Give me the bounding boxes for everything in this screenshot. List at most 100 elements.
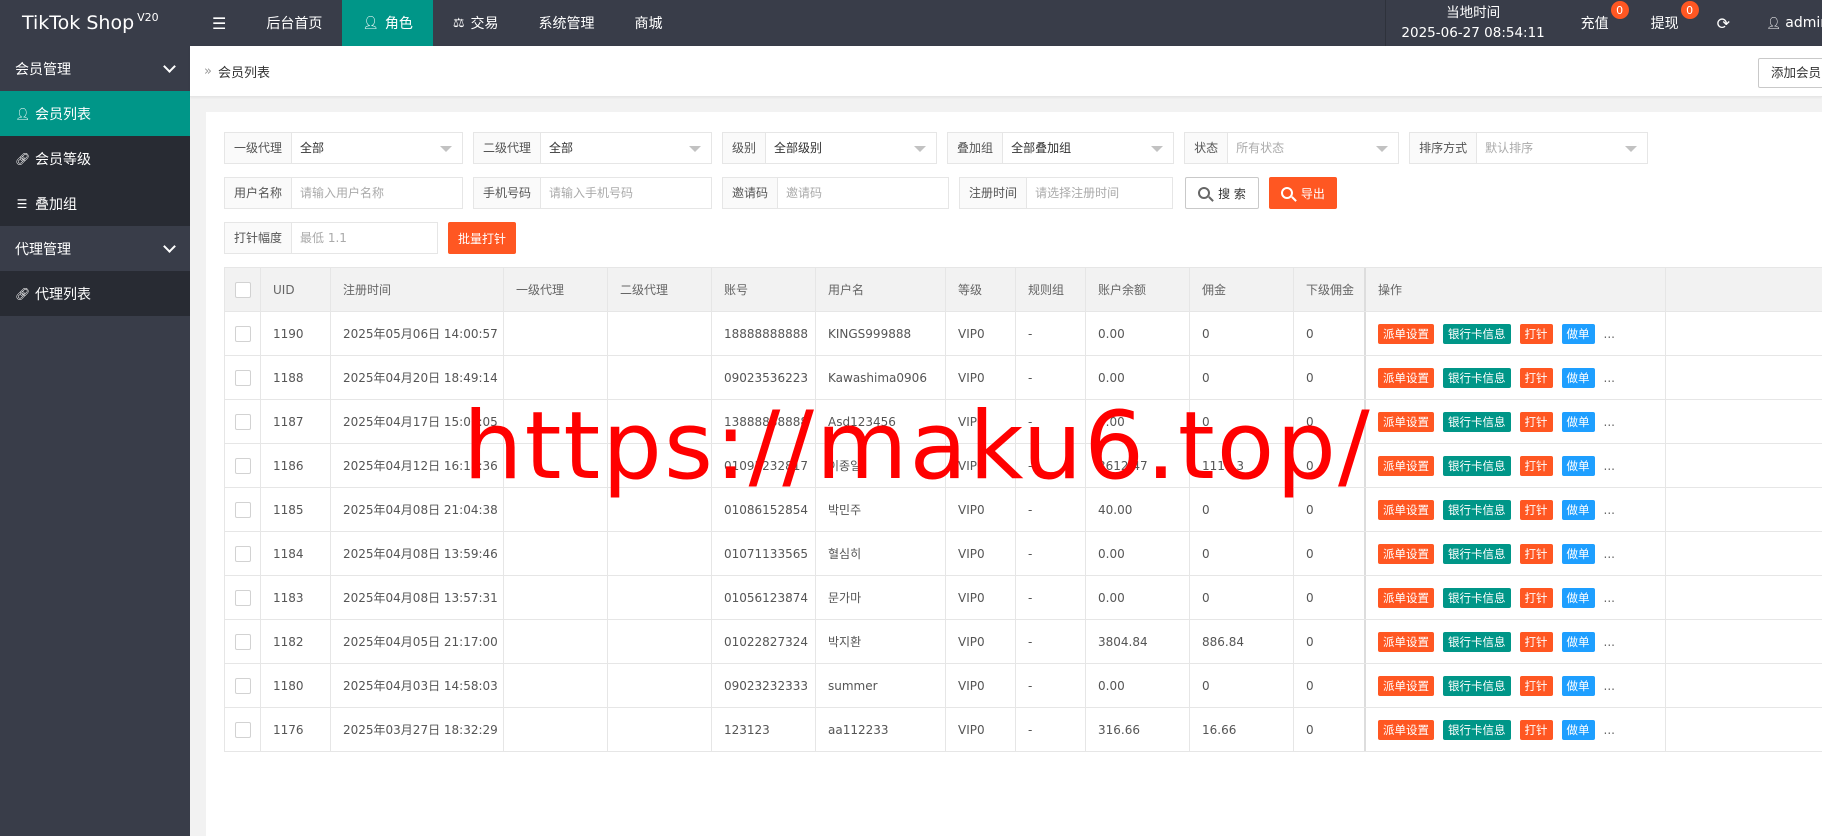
sidebar-item-overlay-group[interactable]: ☰ 叠加组 [0, 181, 190, 226]
dispatch-settings-button[interactable]: 派单设置 [1378, 675, 1434, 696]
nav-home[interactable]: 后台首页 [246, 0, 342, 46]
dispatch-settings-button[interactable]: 派单设置 [1378, 543, 1434, 564]
app-logo[interactable]: TikTok Shop V20 [0, 0, 190, 46]
dispatch-settings-button[interactable]: 派单设置 [1378, 411, 1434, 432]
agent1-select[interactable]: 全部 [292, 133, 462, 163]
bank-card-info-button[interactable]: 银行卡信息 [1443, 631, 1511, 652]
inject-button[interactable]: 打针 [1519, 543, 1553, 564]
sidebar-item-member-list[interactable]: 👤︎ 会员列表 [0, 91, 190, 136]
more-actions-button[interactable]: ... [1604, 588, 1615, 608]
bank-card-info-button[interactable]: 银行卡信息 [1443, 675, 1511, 696]
nav-role[interactable]: 👤︎ 角色 [342, 0, 433, 46]
select-all-checkbox[interactable] [234, 281, 251, 298]
sidebar-group-member[interactable]: 会员管理 [0, 46, 190, 91]
bank-card-info-button[interactable]: 银行卡信息 [1443, 323, 1511, 344]
row-checkbox[interactable] [234, 589, 251, 606]
range-input[interactable] [292, 223, 438, 253]
make-order-button[interactable]: 做单 [1561, 455, 1595, 476]
row-checkbox[interactable] [234, 501, 251, 518]
row-checkbox[interactable] [234, 721, 251, 738]
group-select[interactable]: 全部叠加组 [1003, 133, 1173, 163]
dispatch-settings-button[interactable]: 派单设置 [1378, 323, 1434, 344]
make-order-button[interactable]: 做单 [1561, 543, 1595, 564]
status-select[interactable]: 所有状态 [1228, 133, 1398, 163]
nav-system[interactable]: 系统管理 [519, 0, 615, 46]
column-header[interactable]: 规则组 [1016, 268, 1086, 311]
inject-button[interactable]: 打针 [1519, 367, 1553, 388]
dispatch-settings-button[interactable]: 派单设置 [1378, 719, 1434, 740]
more-actions-button[interactable]: ... [1604, 456, 1615, 476]
bank-card-info-button[interactable]: 银行卡信息 [1443, 543, 1511, 564]
inject-button[interactable]: 打针 [1519, 411, 1553, 432]
dispatch-settings-button[interactable]: 派单设置 [1378, 587, 1434, 608]
make-order-button[interactable]: 做单 [1561, 675, 1595, 696]
row-checkbox[interactable] [234, 677, 251, 694]
breadcrumb-current[interactable]: 会员列表 [218, 62, 270, 81]
more-actions-button[interactable]: ... [1604, 544, 1615, 564]
agent2-select[interactable]: 全部 [541, 133, 711, 163]
recharge-button[interactable]: 充值 0 [1561, 0, 1631, 46]
column-header[interactable]: 用户名 [816, 268, 946, 311]
column-header[interactable]: 账户余额 [1086, 268, 1190, 311]
bank-card-info-button[interactable]: 银行卡信息 [1443, 455, 1511, 476]
sidebar-group-agent[interactable]: 代理管理 [0, 226, 190, 271]
column-header[interactable]: 二级代理 [608, 268, 712, 311]
bank-card-info-button[interactable]: 银行卡信息 [1443, 587, 1511, 608]
column-header[interactable]: 等级 [946, 268, 1016, 311]
column-header[interactable]: UID [261, 268, 331, 311]
inject-button[interactable]: 打针 [1519, 499, 1553, 520]
bank-card-info-button[interactable]: 银行卡信息 [1443, 411, 1511, 432]
regtime-input[interactable] [1027, 178, 1173, 208]
more-actions-button[interactable]: ... [1604, 676, 1615, 696]
inject-button[interactable]: 打针 [1519, 719, 1553, 740]
bank-card-info-button[interactable]: 银行卡信息 [1443, 367, 1511, 388]
refresh-icon[interactable]: ⟳ [1701, 0, 1746, 46]
inject-button[interactable]: 打针 [1519, 323, 1553, 344]
row-checkbox[interactable] [234, 413, 251, 430]
row-checkbox[interactable] [234, 457, 251, 474]
level-select[interactable]: 全部级别 [766, 133, 936, 163]
more-actions-button[interactable]: ... [1604, 720, 1615, 740]
menu-fold-icon[interactable]: ☰ [190, 0, 246, 46]
make-order-button[interactable]: 做单 [1561, 631, 1595, 652]
dispatch-settings-button[interactable]: 派单设置 [1378, 499, 1434, 520]
more-actions-button[interactable]: ... [1604, 412, 1615, 432]
nav-trade[interactable]: ⚖ 交易 [433, 0, 519, 46]
make-order-button[interactable]: 做单 [1561, 411, 1595, 432]
dispatch-settings-button[interactable]: 派单设置 [1378, 367, 1434, 388]
add-member-button[interactable]: 添加会员 [1757, 58, 1822, 88]
sort-select[interactable]: 默认排序 [1477, 133, 1647, 163]
more-actions-button[interactable]: ... [1604, 368, 1615, 388]
inject-button[interactable]: 打针 [1519, 455, 1553, 476]
sidebar-item-member-level[interactable]: 🔗︎ 会员等级 [0, 136, 190, 181]
make-order-button[interactable]: 做单 [1561, 719, 1595, 740]
make-order-button[interactable]: 做单 [1561, 499, 1595, 520]
nav-mall[interactable]: 商城 [615, 0, 683, 46]
more-actions-button[interactable]: ... [1604, 500, 1615, 520]
row-checkbox[interactable] [234, 545, 251, 562]
column-header[interactable]: 下级佣金 [1294, 268, 1366, 311]
column-header[interactable]: 账号 [712, 268, 816, 311]
inject-button[interactable]: 打针 [1519, 631, 1553, 652]
make-order-button[interactable]: 做单 [1561, 323, 1595, 344]
dispatch-settings-button[interactable]: 派单设置 [1378, 631, 1434, 652]
search-button[interactable]: 搜 索 [1185, 177, 1259, 209]
column-header[interactable]: 注册时间 [331, 268, 504, 311]
more-actions-button[interactable]: ... [1604, 632, 1615, 652]
user-menu[interactable]: 👤︎admin [1746, 0, 1822, 46]
inject-button[interactable]: 打针 [1519, 675, 1553, 696]
username-input[interactable] [292, 178, 463, 208]
row-checkbox[interactable] [234, 369, 251, 386]
bank-card-info-button[interactable]: 银行卡信息 [1443, 499, 1511, 520]
column-header[interactable]: 一级代理 [504, 268, 608, 311]
make-order-button[interactable]: 做单 [1561, 367, 1595, 388]
column-header[interactable]: 佣金 [1190, 268, 1294, 311]
withdraw-button[interactable]: 提现 0 [1631, 0, 1701, 46]
export-button[interactable]: 导出 [1268, 177, 1337, 209]
bank-card-info-button[interactable]: 银行卡信息 [1443, 719, 1511, 740]
make-order-button[interactable]: 做单 [1561, 587, 1595, 608]
inject-button[interactable]: 打针 [1519, 587, 1553, 608]
invite-input[interactable] [778, 178, 949, 208]
batch-inject-button[interactable]: 批量打针 [448, 222, 517, 254]
phone-input[interactable] [541, 178, 712, 208]
